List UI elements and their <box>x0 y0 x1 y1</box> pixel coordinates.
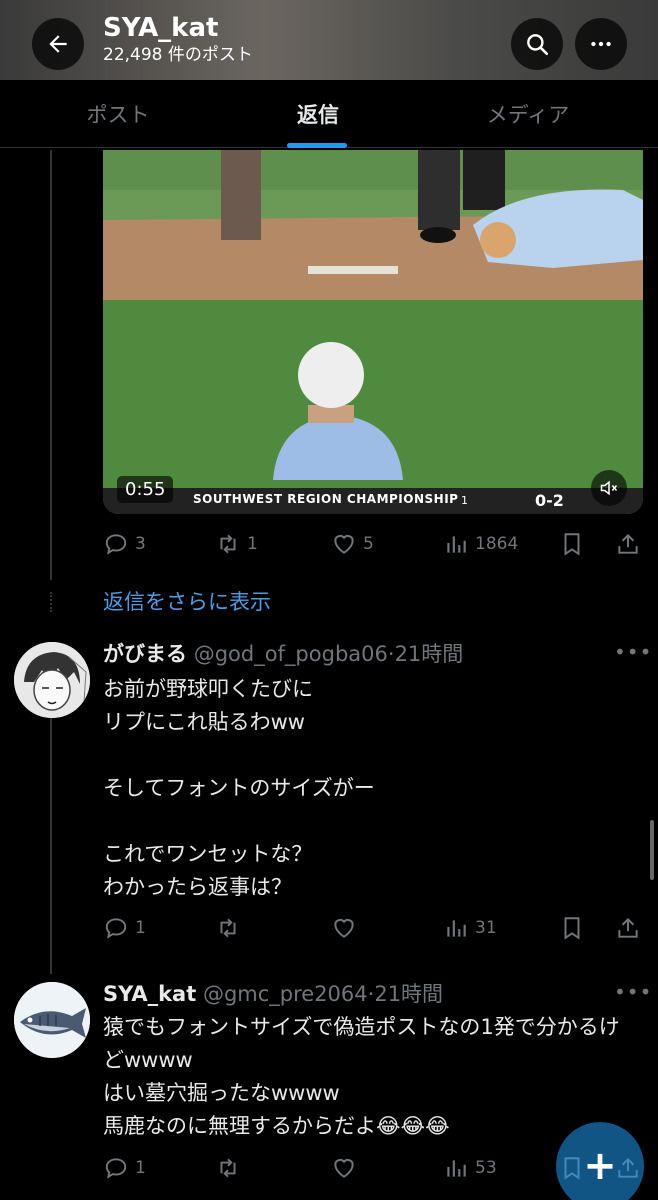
reply-icon <box>105 918 127 939</box>
post-count: 22,498 件のポスト <box>103 45 253 65</box>
timestamp[interactable]: 21時間 <box>395 642 464 666</box>
speaker-muted-icon <box>600 480 618 496</box>
active-tab-indicator <box>287 143 347 148</box>
avatar[interactable] <box>14 982 90 1058</box>
tweet-more-button[interactable]: ••• <box>614 640 652 664</box>
share-icon <box>618 917 638 938</box>
post-actions: 3 1 5 1864 <box>103 524 643 564</box>
reply-button[interactable]: 1 <box>103 908 146 948</box>
repost-icon <box>220 1158 236 1178</box>
page-title: SYA_kat <box>103 13 219 43</box>
views-count: 31 <box>475 918 497 938</box>
heart-icon <box>334 534 354 554</box>
avatar[interactable] <box>14 642 90 718</box>
scoreboard-score: 0-2 <box>535 491 564 510</box>
tab-media[interactable]: メディア <box>450 80 606 148</box>
repost-button[interactable]: 1 <box>215 524 258 564</box>
views-icon <box>447 536 466 553</box>
arrow-left-icon <box>49 35 67 53</box>
mute-button[interactable] <box>591 470 627 506</box>
profile-header: SYA_kat 22,498 件のポスト <box>0 0 658 80</box>
more-button[interactable] <box>575 18 627 70</box>
more-dots-icon <box>591 41 611 47</box>
repost-count: 1 <box>247 534 258 554</box>
scoreboard: SOUTHWEST REGION CHAMPIONSHIP 1 0-2 <box>103 488 643 514</box>
bookmark-button[interactable] <box>559 524 585 564</box>
tweet-more-button[interactable]: ••• <box>614 980 652 1004</box>
avatar-fish-image <box>14 982 90 1058</box>
header-title-block: SYA_kat 22,498 件のポスト <box>103 12 253 66</box>
share-button[interactable] <box>615 908 641 948</box>
scoreboard-title: SOUTHWEST REGION CHAMPIONSHIP <box>193 492 459 506</box>
reply-icon <box>105 1158 127 1179</box>
bookmark-button[interactable] <box>559 908 585 948</box>
search-button[interactable] <box>511 18 563 70</box>
like-count: 5 <box>363 534 374 554</box>
search-icon <box>527 34 549 56</box>
post-actions: 1 31 <box>103 908 643 948</box>
reply-count: 3 <box>135 534 146 554</box>
views-icon <box>447 920 466 937</box>
views-icon <box>447 1160 466 1177</box>
tweet-text: 猿でもフォントサイズで偽造ポストなの1発で分かるけどwwww はい墓穴掘ったなw… <box>103 1015 620 1138</box>
repost-button[interactable] <box>215 908 241 948</box>
dot-separator: · <box>387 642 395 666</box>
thread-line-dotted <box>50 592 52 612</box>
show-more-replies-link[interactable]: 返信をさらに表示 <box>103 586 271 616</box>
share-icon <box>618 533 638 554</box>
heart-icon <box>334 1158 354 1178</box>
video-time: 0:55 <box>117 476 174 503</box>
display-name[interactable]: SYA_kat <box>103 982 196 1006</box>
bookmark-icon <box>564 917 580 940</box>
reply-count: 1 <box>135 918 146 938</box>
tab-replies[interactable]: 返信 <box>240 80 396 148</box>
reply-icon <box>105 534 127 555</box>
repost-icon <box>220 918 236 938</box>
thread-line <box>50 718 52 974</box>
back-button[interactable] <box>32 18 84 70</box>
video-player[interactable]: SOUTHWEST REGION CHAMPIONSHIP 1 0-2 0:55 <box>103 150 643 514</box>
timestamp[interactable]: 21時間 <box>374 982 443 1006</box>
display-name[interactable]: がびまる <box>103 642 187 666</box>
repost-button[interactable] <box>215 1148 241 1188</box>
tab-posts[interactable]: ポスト <box>40 80 196 148</box>
share-button[interactable] <box>615 524 641 564</box>
plus-icon: + <box>583 1143 617 1189</box>
views-button[interactable]: 1864 <box>443 524 518 564</box>
tweet-header: がびまる @god_of_pogba06·21時間 <box>103 640 463 668</box>
compose-button[interactable]: + <box>556 1122 644 1200</box>
scoreboard-inning: 1 <box>461 494 468 507</box>
scrollbar-thumb[interactable] <box>650 820 654 880</box>
heart-icon <box>334 918 354 938</box>
user-handle[interactable]: @gmc_pre2064 <box>203 982 368 1006</box>
reply-button[interactable]: 1 <box>103 1148 146 1188</box>
tweet-header: SYA_kat @gmc_pre2064·21時間 <box>103 980 443 1008</box>
views-button[interactable]: 31 <box>443 908 497 948</box>
reply-count: 1 <box>135 1158 146 1178</box>
like-button[interactable]: 5 <box>331 524 374 564</box>
user-handle[interactable]: @god_of_pogba06 <box>194 642 388 666</box>
views-button[interactable]: 53 <box>443 1148 497 1188</box>
views-count: 1864 <box>475 534 519 554</box>
tweet-text: お前が野球叩くたびに リプにこれ貼るわww そしてフォントのサイズがー これでワ… <box>103 677 375 899</box>
repost-icon <box>220 534 236 554</box>
bookmark-icon <box>564 533 580 556</box>
profile-tabs: ポスト 返信 メディア <box>0 80 658 148</box>
avatar-manga-image <box>14 642 90 718</box>
like-button[interactable] <box>331 1148 357 1188</box>
video-frame <box>103 150 643 514</box>
thread-line <box>50 150 52 580</box>
like-button[interactable] <box>331 908 357 948</box>
views-count: 53 <box>475 1158 497 1178</box>
reply-button[interactable]: 3 <box>103 524 146 564</box>
